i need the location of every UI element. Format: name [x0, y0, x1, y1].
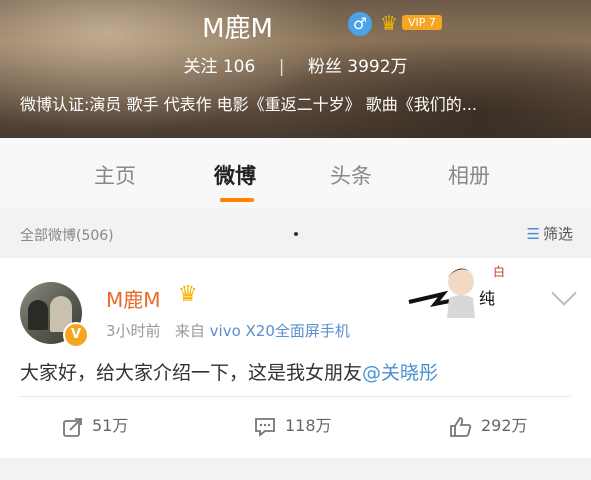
- tab-album[interactable]: 相册: [448, 160, 490, 190]
- all-posts-count[interactable]: 全部微博(506): [20, 225, 114, 245]
- post-meta: 3小时前 来自 vivo X20全面屏手机: [106, 320, 350, 341]
- profile-tabs: 主页 微博 头条 相册: [0, 138, 591, 208]
- thumbs-up-icon: [450, 416, 472, 437]
- tab-headlines[interactable]: 头条: [330, 160, 372, 190]
- following-link[interactable]: 关注 106: [183, 57, 255, 77]
- svg-text:白: 白: [493, 264, 505, 279]
- svg-text:纯: 纯: [479, 289, 495, 308]
- chevron-down-icon[interactable]: [551, 280, 577, 306]
- repost-icon: [63, 417, 82, 437]
- profile-stats: 关注 106 | 粉丝 3992万: [0, 52, 591, 77]
- gender-male-icon: ♂: [348, 12, 372, 36]
- fans-link[interactable]: 粉丝 3992万: [308, 57, 408, 77]
- tab-home[interactable]: 主页: [94, 160, 136, 190]
- tab-weibo[interactable]: 微博: [214, 160, 256, 190]
- decoration-sticker: 纯 白: [408, 264, 505, 318]
- divider: [20, 396, 571, 397]
- stats-divider: |: [278, 57, 285, 77]
- vip-level-label: VIP 7: [402, 15, 442, 30]
- crown-icon: ♛: [380, 11, 398, 35]
- weibo-post-card: V M鹿M ♛ 3小时前 来自 vivo X20全面屏手机 纯 白 大家好，给大…: [0, 258, 591, 458]
- mention-link[interactable]: @关晓彤: [362, 362, 438, 384]
- filter-icon: ☰: [526, 225, 540, 243]
- post-text: 大家好，给大家介绍一下，这是我女朋友@关晓彤: [20, 362, 439, 384]
- post-time: 3小时前: [106, 322, 161, 340]
- active-tab-indicator: [220, 198, 254, 202]
- post-filter-bar: 全部微博(506) ☰ 筛选: [0, 208, 591, 258]
- post-source-label: 来自: [174, 322, 205, 340]
- repost-button[interactable]: 51万: [62, 412, 128, 438]
- crown-icon: ♛: [178, 282, 198, 307]
- post-source-device[interactable]: vivo X20全面屏手机: [210, 322, 350, 340]
- dot-marker: [294, 232, 298, 236]
- profile-bio[interactable]: 微博认证:演员 歌手 代表作 电影《重返二十岁》 歌曲《我们的...: [20, 91, 477, 115]
- verified-badge-icon: V: [63, 322, 89, 348]
- filter-button[interactable]: ☰ 筛选: [527, 223, 573, 244]
- like-button[interactable]: 292万: [449, 412, 528, 438]
- comment-icon: [255, 417, 275, 437]
- profile-header: M鹿M ♂ ♛ VIP 7 关注 106 | 粉丝 3992万 微博认证:演员 …: [0, 0, 591, 138]
- post-author-name[interactable]: M鹿M: [106, 284, 161, 313]
- comment-button[interactable]: 118万: [253, 412, 332, 438]
- profile-name: M鹿M: [202, 14, 273, 44]
